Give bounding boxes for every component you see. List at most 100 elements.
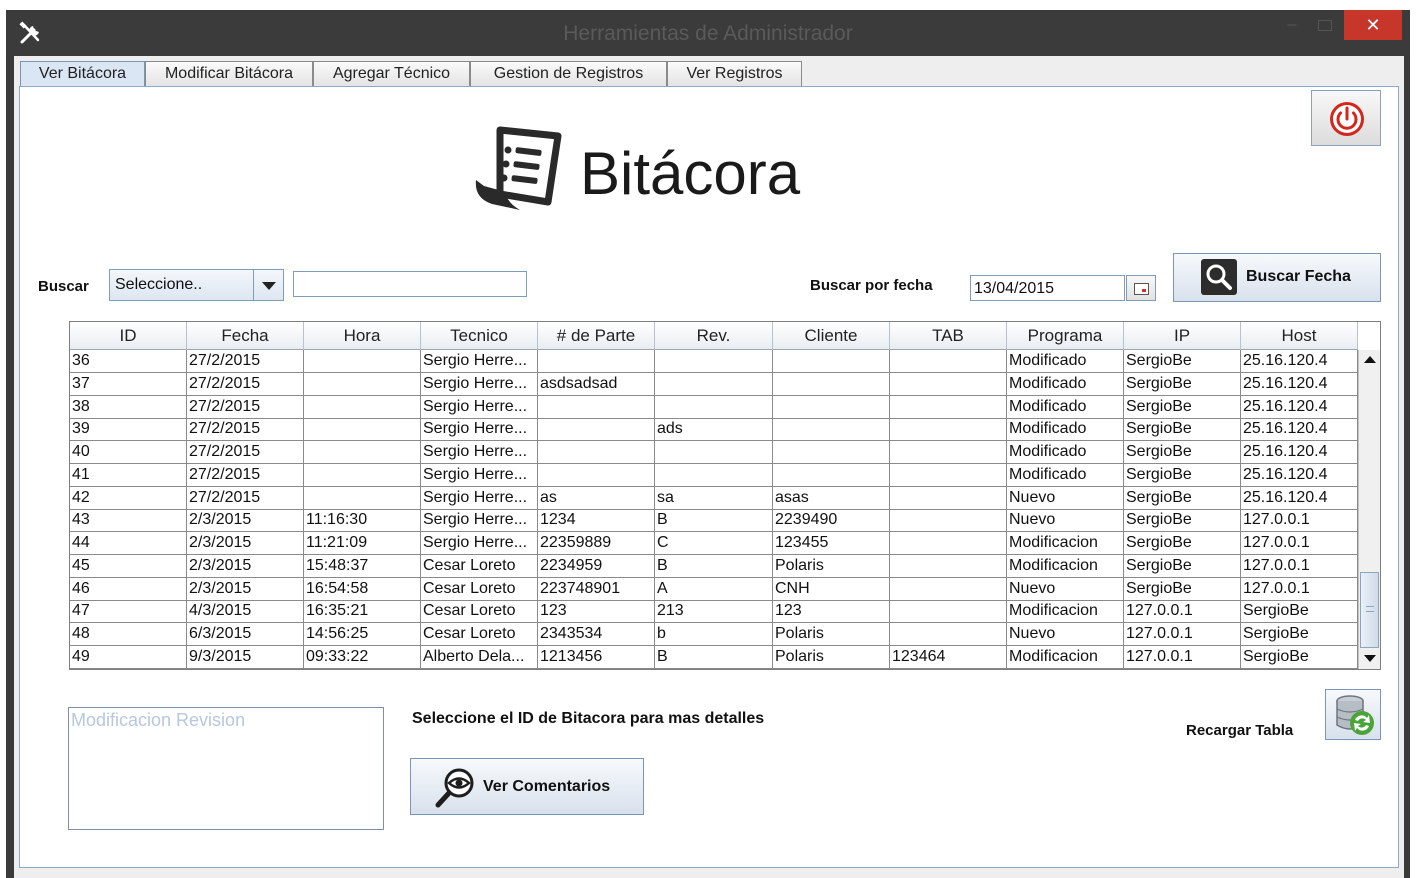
view-comments-button[interactable]: Ver Comentarios — [410, 758, 644, 815]
cell-numero-parte[interactable] — [538, 463, 655, 487]
table-row[interactable]: 41 27/2/2015 Sergio Herre... Modificado Serg… — [70, 463, 1358, 487]
cell-ip[interactable]: SergioBe — [1124, 372, 1241, 396]
cell-tecnico[interactable]: Sergio Herre... — [421, 486, 538, 510]
cell-hora[interactable] — [304, 372, 421, 396]
cell-tab[interactable] — [890, 463, 1007, 487]
cell-hora[interactable]: 11:16:30 — [304, 509, 421, 533]
cell-rev[interactable]: C — [655, 532, 773, 555]
cell-hora[interactable] — [304, 395, 421, 419]
tab-ver-bitacora[interactable]: Ver Bitácora — [20, 61, 145, 87]
cell-hora[interactable] — [304, 441, 421, 464]
cell-programa[interactable]: Modificacion — [1007, 532, 1124, 555]
cell-cliente[interactable]: Polaris — [773, 554, 890, 578]
cell-hora[interactable]: 09:33:22 — [304, 645, 421, 669]
cell-fecha[interactable]: 27/2/2015 — [187, 372, 304, 396]
cell-host[interactable]: 25.16.120.4 — [1241, 372, 1358, 396]
table-row[interactable]: 49 9/3/2015 09:33:22 Alberto Dela... 1213456… — [70, 645, 1358, 669]
column-header-numero-parte[interactable]: # de Parte — [538, 322, 655, 350]
dropdown-arrow[interactable] — [253, 270, 283, 300]
cell-rev[interactable] — [655, 463, 773, 487]
cell-cliente[interactable]: 123 — [773, 600, 890, 624]
cell-tecnico[interactable]: Cesar Loreto — [421, 577, 538, 601]
cell-hora[interactable]: 14:56:25 — [304, 623, 421, 646]
cell-programa[interactable]: Modificado — [1007, 441, 1124, 464]
cell-host[interactable]: 25.16.120.4 — [1241, 418, 1358, 442]
cell-fecha[interactable]: 27/2/2015 — [187, 350, 304, 373]
cell-fecha[interactable]: 2/3/2015 — [187, 509, 304, 533]
cell-ip[interactable]: 127.0.0.1 — [1124, 645, 1241, 669]
cell-tab[interactable] — [890, 350, 1007, 373]
cell-tab[interactable] — [890, 486, 1007, 510]
cell-tab[interactable] — [890, 554, 1007, 578]
cell-tab[interactable] — [890, 532, 1007, 555]
column-header-host[interactable]: Host — [1241, 322, 1358, 350]
column-header-tab[interactable]: TAB — [890, 322, 1007, 350]
cell-programa[interactable]: Modificado — [1007, 395, 1124, 419]
cell-id[interactable]: 40 — [70, 441, 187, 464]
column-header-id[interactable]: ID — [70, 322, 187, 350]
table-row[interactable]: 48 6/3/2015 14:56:25 Cesar Loreto 2343534 b Po… — [70, 623, 1358, 646]
cell-programa[interactable]: Nuevo — [1007, 486, 1124, 510]
calendar-button[interactable] — [1126, 275, 1156, 301]
bitacora-table[interactable]: ID Fecha Hora Tecnico # de Parte Rev. Cliente T… — [69, 321, 1381, 670]
table-row[interactable]: 39 27/2/2015 Sergio Herre... ads Modificado S… — [70, 418, 1358, 442]
cell-numero-parte[interactable]: 2234959 — [538, 554, 655, 578]
cell-id[interactable]: 36 — [70, 350, 187, 373]
cell-programa[interactable]: Modificado — [1007, 372, 1124, 396]
cell-hora[interactable] — [304, 418, 421, 442]
table-row[interactable]: 42 27/2/2015 Sergio Herre... as sa asas Nuevo S… — [70, 486, 1358, 510]
cell-programa[interactable]: Nuevo — [1007, 509, 1124, 533]
table-row[interactable]: 37 27/2/2015 Sergio Herre... asdsadsad Modif… — [70, 372, 1358, 396]
cell-numero-parte[interactable]: asdsadsad — [538, 372, 655, 396]
cell-hora[interactable] — [304, 463, 421, 487]
tab-gestion-de-registros[interactable]: Gestion de Registros — [470, 61, 667, 86]
cell-host[interactable]: 25.16.120.4 — [1241, 350, 1358, 373]
cell-rev[interactable]: B — [655, 645, 773, 669]
cell-tab[interactable] — [890, 509, 1007, 533]
cell-host[interactable]: 127.0.0.1 — [1241, 532, 1358, 555]
table-row[interactable]: 46 2/3/2015 16:54:58 Cesar Loreto 223748901 A… — [70, 577, 1358, 601]
cell-numero-parte[interactable] — [538, 441, 655, 464]
cell-id[interactable]: 45 — [70, 554, 187, 578]
cell-tecnico[interactable]: Sergio Herre... — [421, 350, 538, 373]
cell-programa[interactable]: Modificado — [1007, 418, 1124, 442]
cell-rev[interactable]: 213 — [655, 600, 773, 624]
cell-numero-parte[interactable]: 1234 — [538, 509, 655, 533]
table-row[interactable]: 44 2/3/2015 11:21:09 Sergio Herre... 2235988… — [70, 532, 1358, 555]
cell-ip[interactable]: 127.0.0.1 — [1124, 623, 1241, 646]
cell-hora[interactable]: 16:54:58 — [304, 577, 421, 601]
cell-cliente[interactable]: Polaris — [773, 623, 890, 646]
cell-tab[interactable] — [890, 600, 1007, 624]
column-header-programa[interactable]: Programa — [1007, 322, 1124, 350]
search-date-button[interactable]: Buscar Fecha — [1173, 253, 1381, 302]
cell-tab[interactable] — [890, 623, 1007, 646]
cell-cliente[interactable]: 123455 — [773, 532, 890, 555]
cell-tab[interactable]: 123464 — [890, 645, 1007, 669]
table-row[interactable]: 47 4/3/2015 16:35:21 Cesar Loreto 123 213 123 M… — [70, 600, 1358, 624]
cell-tab[interactable] — [890, 577, 1007, 601]
cell-ip[interactable]: SergioBe — [1124, 532, 1241, 555]
minimize-button[interactable]: – — [1280, 16, 1304, 36]
cell-cliente[interactable] — [773, 395, 890, 419]
cell-fecha[interactable]: 6/3/2015 — [187, 623, 304, 646]
cell-tecnico[interactable]: Cesar Loreto — [421, 623, 538, 646]
tab-agregar-tecnico[interactable]: Agregar Técnico — [313, 61, 470, 86]
vertical-scrollbar[interactable] — [1358, 350, 1380, 669]
power-button[interactable] — [1311, 90, 1381, 146]
cell-numero-parte[interactable]: 2343534 — [538, 623, 655, 646]
cell-tab[interactable] — [890, 441, 1007, 464]
cell-ip[interactable]: SergioBe — [1124, 395, 1241, 419]
cell-numero-parte[interactable] — [538, 395, 655, 419]
cell-ip[interactable]: SergioBe — [1124, 441, 1241, 464]
cell-id[interactable]: 41 — [70, 463, 187, 487]
cell-programa[interactable]: Nuevo — [1007, 577, 1124, 601]
cell-cliente[interactable]: CNH — [773, 577, 890, 601]
date-field[interactable]: 13/04/2015 — [970, 275, 1125, 301]
cell-host[interactable]: 127.0.0.1 — [1241, 554, 1358, 578]
cell-host[interactable]: SergioBe — [1241, 600, 1358, 624]
cell-rev[interactable] — [655, 372, 773, 396]
scroll-thumb[interactable] — [1360, 572, 1379, 648]
cell-numero-parte[interactable] — [538, 418, 655, 442]
cell-hora[interactable] — [304, 350, 421, 373]
cell-tecnico[interactable]: Sergio Herre... — [421, 463, 538, 487]
